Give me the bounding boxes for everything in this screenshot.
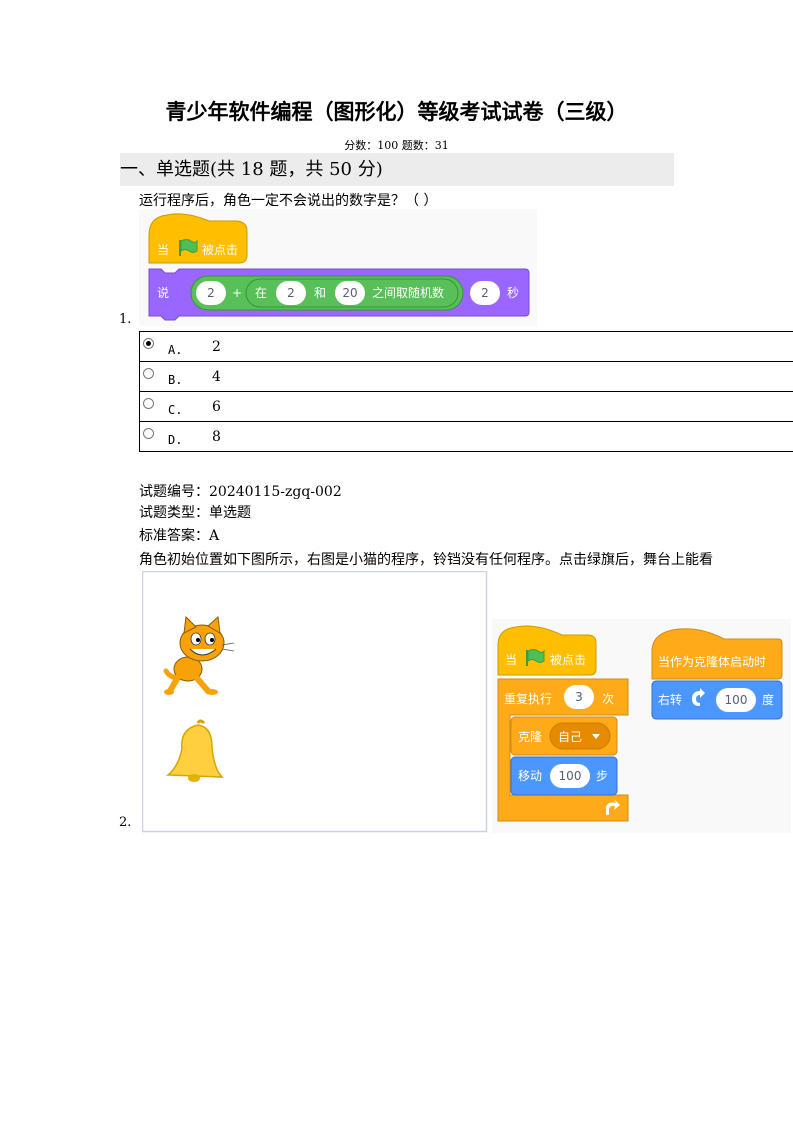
q2-move-steps: 100 <box>559 769 582 783</box>
q2-clone-hat: 当作为克隆体启动时 <box>658 654 766 669</box>
question-1-options: A. 2 B. 4 C. 6 D. 8 <box>139 331 793 452</box>
q1-value-c: 20 <box>342 286 357 300</box>
option-d[interactable]: D. 8 <box>139 421 793 452</box>
option-a-value: 2 <box>212 339 221 355</box>
question-1-text: 运行程序后，角色一定不会说出的数字是？（ ） <box>139 193 438 209</box>
q1-say-label: 说 <box>157 285 169 300</box>
option-c[interactable]: C. 6 <box>139 391 793 422</box>
q1-value-a: 2 <box>207 286 215 300</box>
q1-hat-left: 当 <box>157 243 169 257</box>
q2-clone-target: 自己 <box>558 730 582 744</box>
option-c-label: C. <box>168 403 183 417</box>
q1-plus: + <box>232 286 242 300</box>
option-d-value: 8 <box>212 429 221 445</box>
q1-sec-unit: 秒 <box>507 286 519 300</box>
question-1-code-image: 当 被点击 说 2 + 在 2 和 20 之间取随机数 2 秒 <box>139 209 537 326</box>
question-1-id-text: 试题编号：20240115-zgq-002 <box>139 484 342 500</box>
option-b[interactable]: B. 4 <box>139 361 793 392</box>
option-d-radio[interactable] <box>143 428 154 439</box>
q2-turn-degrees: 100 <box>725 693 748 707</box>
q2-clone-label: 克隆 <box>518 729 542 744</box>
question-1-id: 试题编号：20240115-zgq-002 <box>139 481 342 501</box>
page-title: 青少年软件编程（图形化）等级考试试卷（三级） <box>165 99 628 124</box>
q2-hat-left: 当 <box>505 653 517 667</box>
q1-in-label: 在 <box>255 286 267 300</box>
option-d-label: D. <box>168 433 183 447</box>
q2-repeat-label: 重复执行 <box>504 692 552 706</box>
option-a[interactable]: A. 2 <box>139 331 793 362</box>
option-b-label: B. <box>168 373 183 387</box>
section-heading: 一、单选题(共 18 题，共 50 分) <box>120 153 674 186</box>
option-b-radio[interactable] <box>143 368 154 379</box>
option-b-value: 4 <box>212 369 221 385</box>
question-2-text: 角色初始位置如下图所示，右图是小猫的程序，铃铛没有任何程序。点击绿旗后，舞台上能… <box>139 552 713 568</box>
q2-repeat-count: 3 <box>575 690 583 704</box>
q1-value-b: 2 <box>287 286 295 300</box>
q1-and-label: 和 <box>314 286 326 300</box>
option-a-radio[interactable] <box>143 338 154 349</box>
question-2-code-image: 当 被点击 重复执行 3 次 克隆 自己 移动 100 步 当作为克隆体启动时 … <box>492 619 791 833</box>
q2-move-label: 移动 <box>518 769 542 783</box>
exam-meta: 分数：100 题数：31 <box>344 139 449 152</box>
option-c-value: 6 <box>212 399 221 415</box>
q2-hat-right: 被点击 <box>550 653 586 667</box>
question-1-type: 试题类型：单选题 <box>139 505 251 521</box>
question-1-answer: 标准答案：A <box>139 528 220 544</box>
q2-move-unit: 步 <box>596 769 608 783</box>
q1-secs-value: 2 <box>481 286 489 300</box>
q2-turn-label: 右转 <box>658 692 682 707</box>
option-a-label: A. <box>168 343 183 357</box>
question-1-number: 1. <box>119 312 132 327</box>
q2-repeat-unit: 次 <box>602 692 614 706</box>
question-2-number: 2. <box>119 815 132 830</box>
q1-hat-right: 被点击 <box>202 243 238 257</box>
option-c-radio[interactable] <box>143 398 154 409</box>
q2-turn-unit: 度 <box>762 692 774 707</box>
q1-random-label: 之间取随机数 <box>372 285 444 300</box>
stage-image <box>142 571 488 833</box>
